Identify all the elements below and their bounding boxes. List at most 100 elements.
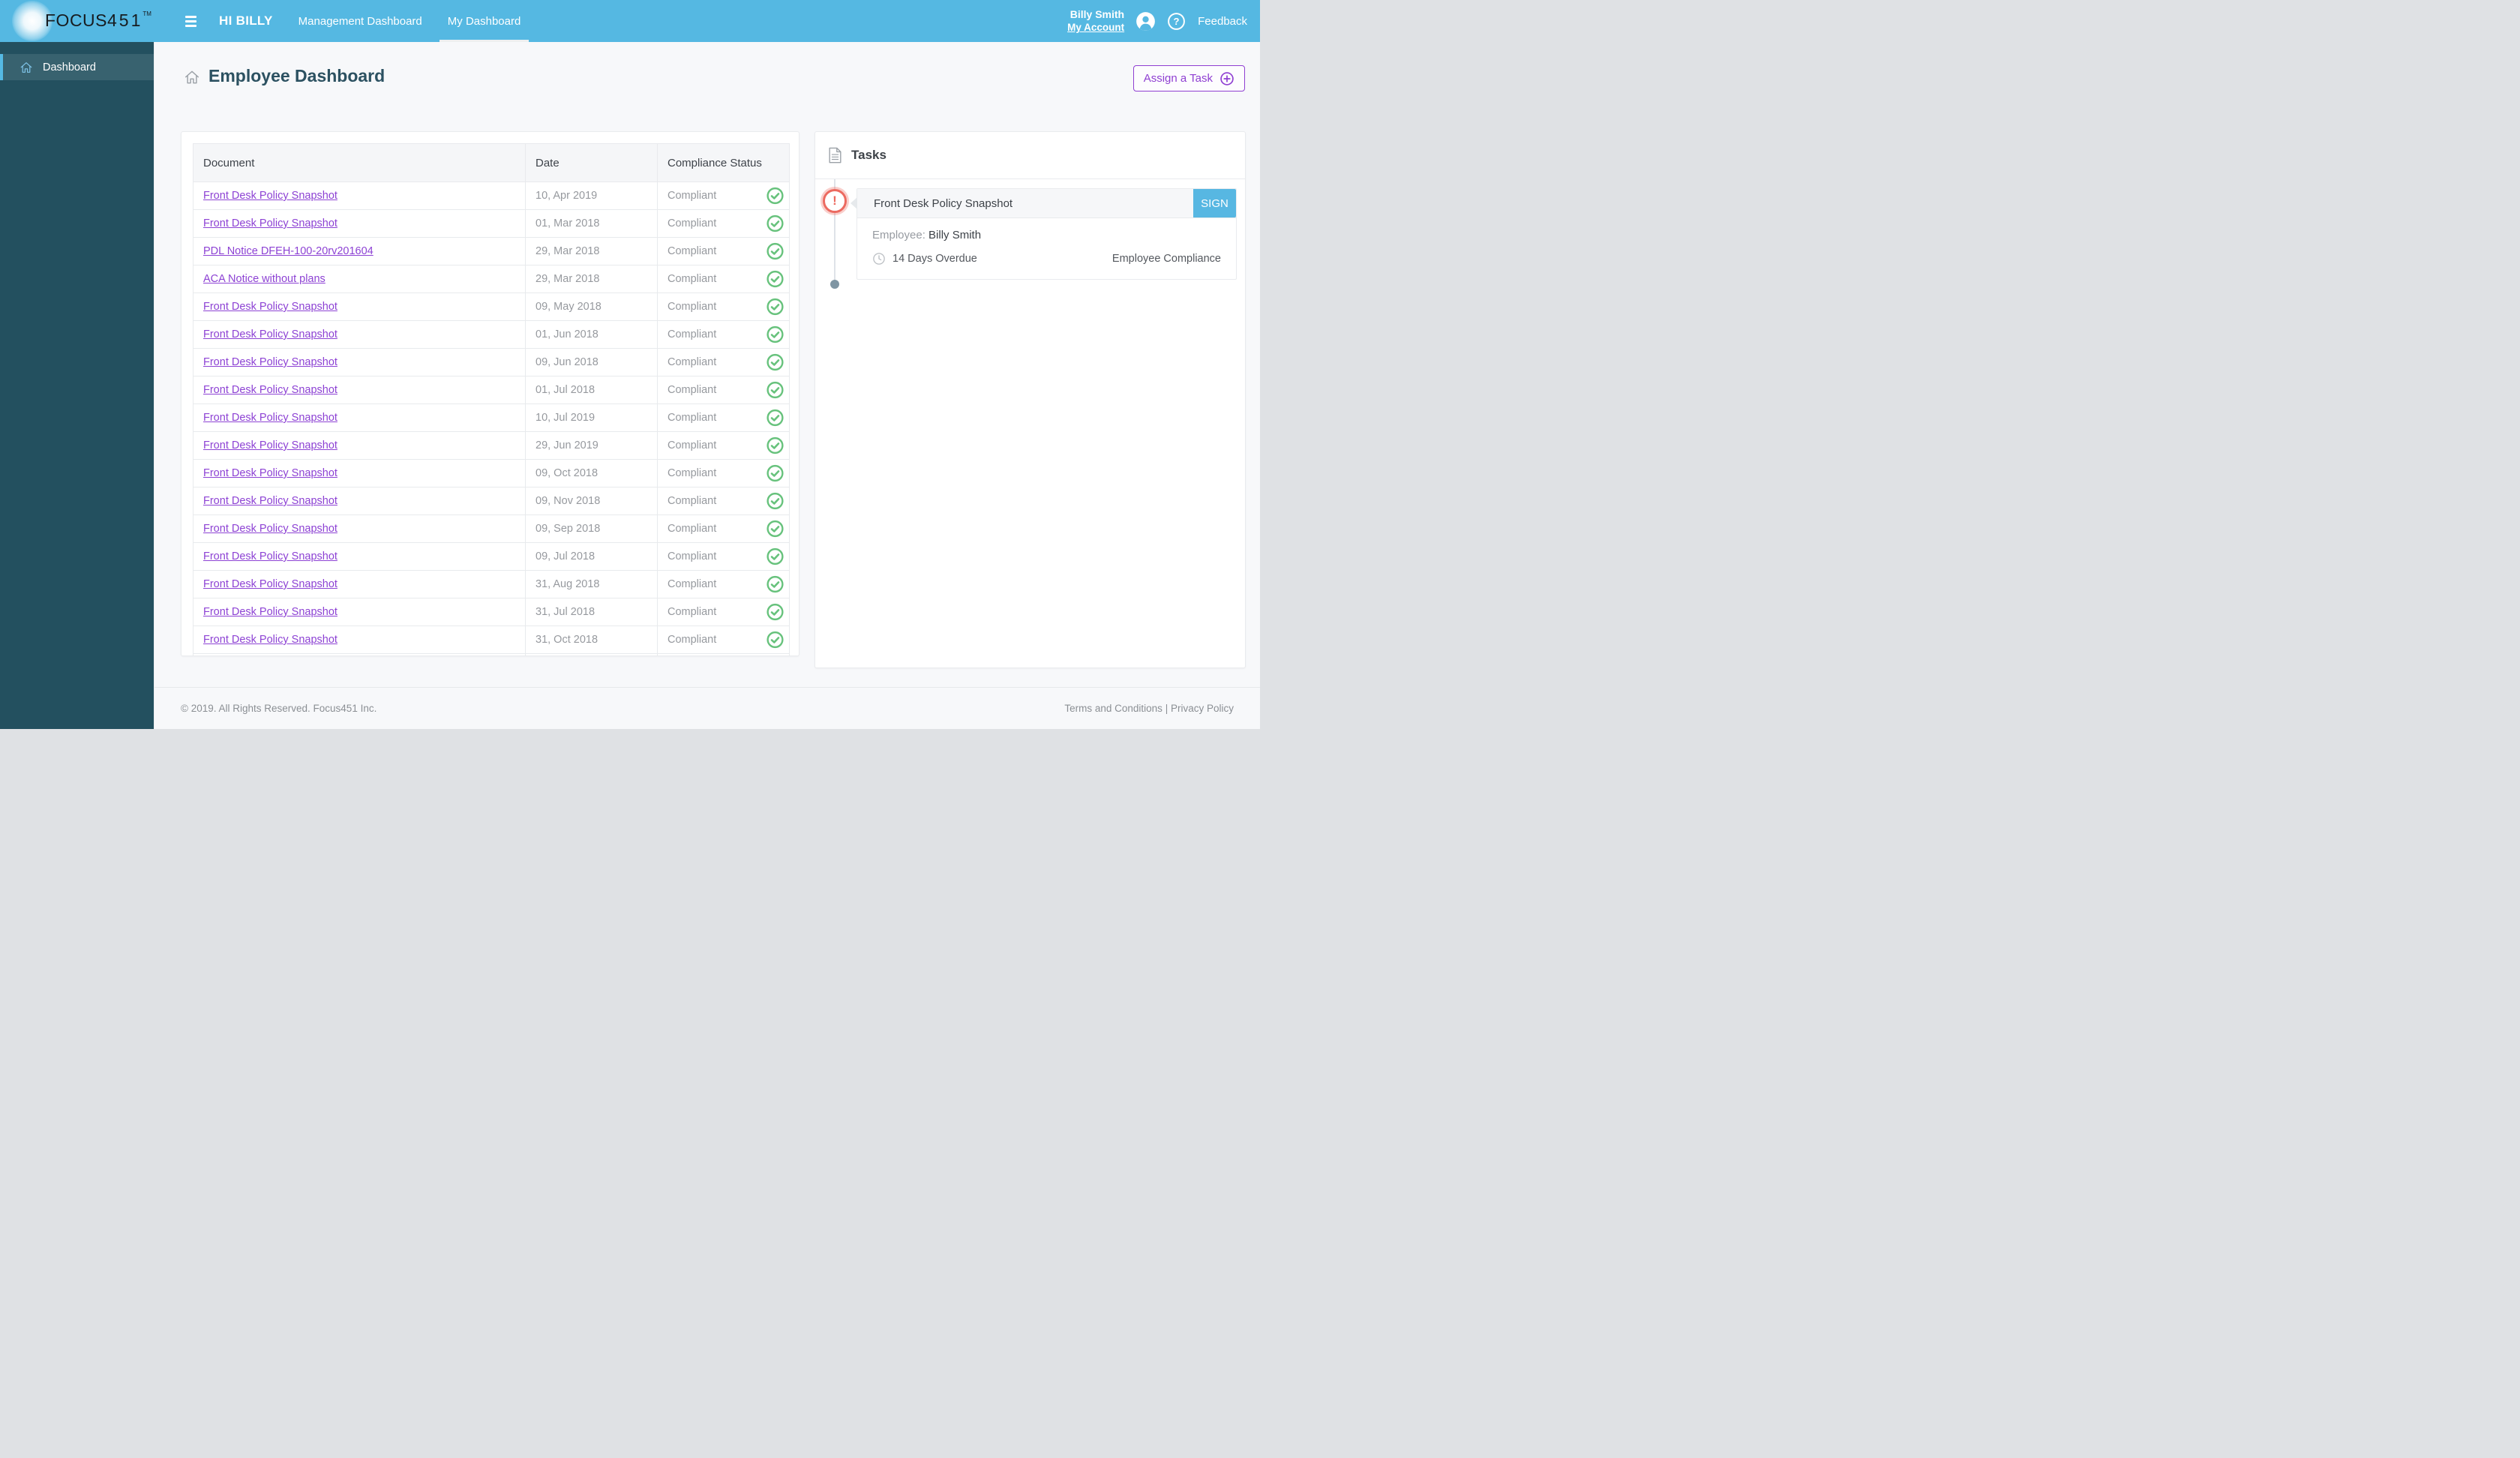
document-link[interactable]: Front Desk Policy Snapshot [203, 328, 338, 340]
document-cell: Front Desk Policy Snapshot [193, 570, 526, 598]
document-cell: Front Desk Policy Snapshot [193, 209, 526, 238]
status-text: Compliant [668, 523, 717, 535]
document-cell: Front Desk Policy Snapshot [193, 514, 526, 543]
date-cell: 29, Mar 2018 [525, 265, 658, 293]
top-header: FOCUS451TM HI BILLY Management Dashboard… [0, 0, 1260, 42]
nav-management-dashboard[interactable]: Management Dashboard [298, 0, 422, 42]
documents-card: Document Date Compliance Status Front De… [181, 131, 800, 656]
status-text: Compliant [668, 328, 717, 340]
assign-task-button[interactable]: Assign a Task [1132, 65, 1245, 92]
plus-icon [1220, 71, 1234, 86]
document-link[interactable]: Front Desk Policy Snapshot [203, 523, 338, 535]
table-row: Front Desk Policy Snapshot 09, Oct 2018 Co… [193, 459, 790, 488]
focus451-logo[interactable]: FOCUS451TM [0, 0, 154, 42]
page-footer: © 2019. All Rights Reserved. Focus451 In… [154, 687, 1260, 729]
table-row: Front Desk Policy Snapshot 10, Jul 2019 Co… [193, 404, 790, 432]
greeting-text: HI BILLY [219, 14, 273, 28]
my-account-link[interactable]: My Account [1067, 21, 1124, 34]
document-link[interactable]: Front Desk Policy Snapshot [203, 440, 338, 452]
compliance-status-cell: Compliant [657, 626, 790, 654]
document-cell: PDL Notice DFEH-100-20rv201604 [193, 237, 526, 266]
check-circle-icon [766, 270, 784, 288]
check-circle-icon [766, 381, 784, 399]
compliance-status-cell: Compliant [657, 514, 790, 543]
overdue-alert-icon: ! [823, 189, 847, 213]
copyright-text: © 2019. All Rights Reserved. Focus451 In… [181, 703, 377, 714]
document-cell: Front Desk Policy Snapshot [193, 320, 526, 349]
help-icon[interactable]: ? [1167, 12, 1186, 31]
timeline-dot [830, 280, 839, 289]
status-text: Compliant [668, 467, 717, 479]
document-link[interactable]: PDL Notice DFEH-100-20rv201604 [203, 245, 374, 257]
status-text: Compliant [668, 384, 717, 396]
document-link[interactable]: Front Desk Policy Snapshot [203, 190, 338, 202]
check-circle-icon [766, 326, 784, 344]
check-circle-icon [766, 520, 784, 538]
main-content: Employee Dashboard Assign a Task Documen… [154, 42, 1260, 729]
nav-my-dashboard[interactable]: My Dashboard [439, 0, 529, 42]
clock-icon [873, 253, 885, 265]
compliance-status-cell: Compliant [657, 182, 790, 210]
document-link[interactable]: ACA Notice without plans [203, 273, 326, 285]
table-row: Front Desk Policy Snapshot 01, Jun 2018 Co… [193, 320, 790, 349]
compliance-status-cell: Compliant [657, 404, 790, 432]
document-cell: Front Desk Policy Snapshot [193, 487, 526, 515]
table-row: Front Desk Policy Snapshot 01, Jul 2018 Co… [193, 376, 790, 404]
document-link[interactable]: Front Desk Policy Snapshot [203, 218, 338, 230]
check-circle-icon [766, 187, 784, 205]
date-cell: 29, Mar 2018 [525, 237, 658, 266]
employee-name: Billy Smith [928, 229, 982, 242]
compliance-status-cell: Compliant [657, 320, 790, 349]
status-text: Compliant [668, 578, 717, 590]
privacy-link[interactable]: Privacy Policy [1171, 703, 1234, 714]
date-cell: 31, Jul 2018 [525, 598, 658, 626]
compliance-status-cell: Compliant [657, 292, 790, 321]
sidebar: Dashboard [0, 42, 154, 729]
column-header-compliance-status: Compliance Status [657, 143, 790, 182]
document-link[interactable]: Front Desk Policy Snapshot [203, 578, 338, 590]
status-text: Compliant [668, 273, 717, 285]
avatar-icon[interactable] [1136, 11, 1156, 32]
tasks-title: Tasks [851, 148, 886, 162]
table-row: Front Desk Policy Snapshot 09, Sep 2018 Co… [193, 514, 790, 543]
sign-button[interactable]: SIGN [1193, 189, 1236, 218]
table-header-row: Document Date Compliance Status [193, 143, 790, 182]
terms-link[interactable]: Terms and Conditions [1064, 703, 1162, 714]
document-link[interactable]: Front Desk Policy Snapshot [203, 301, 338, 313]
tasks-header: Tasks [815, 132, 1245, 179]
feedback-link[interactable]: Feedback [1198, 15, 1247, 28]
table-row: Front Desk Policy Snapshot09, Aug 2018Co… [193, 653, 790, 656]
document-link[interactable]: Front Desk Policy Snapshot [203, 356, 338, 368]
document-link[interactable]: Front Desk Policy Snapshot [203, 634, 338, 646]
date-cell: 09, Nov 2018 [525, 487, 658, 515]
document-link[interactable]: Front Desk Policy Snapshot [203, 467, 338, 479]
status-text: Compliant [668, 412, 717, 424]
check-circle-icon [766, 548, 784, 566]
task-item-header: Front Desk Policy Snapshot SIGN [850, 189, 1236, 218]
home-icon [185, 70, 199, 84]
document-link[interactable]: Front Desk Policy Snapshot [203, 606, 338, 618]
compliance-status-cell: Compliant [657, 348, 790, 376]
document-link[interactable]: Front Desk Policy Snapshot [203, 495, 338, 507]
document-link[interactable]: Front Desk Policy Snapshot [203, 550, 338, 562]
date-cell: 31, Oct 2018 [525, 626, 658, 654]
document-link[interactable]: Front Desk Policy Snapshot [203, 412, 338, 424]
document-cell: Front Desk Policy Snapshot [193, 653, 526, 656]
task-item: Front Desk Policy Snapshot SIGN Employee… [850, 188, 1237, 280]
document-cell: Front Desk Policy Snapshot [193, 598, 526, 626]
task-document-title: Front Desk Policy Snapshot [874, 196, 1013, 210]
svg-text:?: ? [1174, 16, 1180, 27]
document-link[interactable]: Front Desk Policy Snapshot [203, 384, 338, 396]
logo-text: FOCUS451TM [45, 10, 152, 30]
check-circle-icon [766, 298, 784, 316]
document-cell: Front Desk Policy Snapshot [193, 348, 526, 376]
check-circle-icon [766, 631, 784, 649]
document-cell: Front Desk Policy Snapshot [193, 431, 526, 460]
sidebar-item-dashboard[interactable]: Dashboard [0, 54, 154, 80]
menu-icon[interactable] [184, 13, 198, 30]
date-cell: 01, Mar 2018 [525, 209, 658, 238]
document-cell: Front Desk Policy Snapshot [193, 292, 526, 321]
status-text: Compliant [668, 440, 717, 452]
compliance-status-cell: Compliant [657, 653, 790, 656]
compliance-status-cell: Compliant [657, 487, 790, 515]
